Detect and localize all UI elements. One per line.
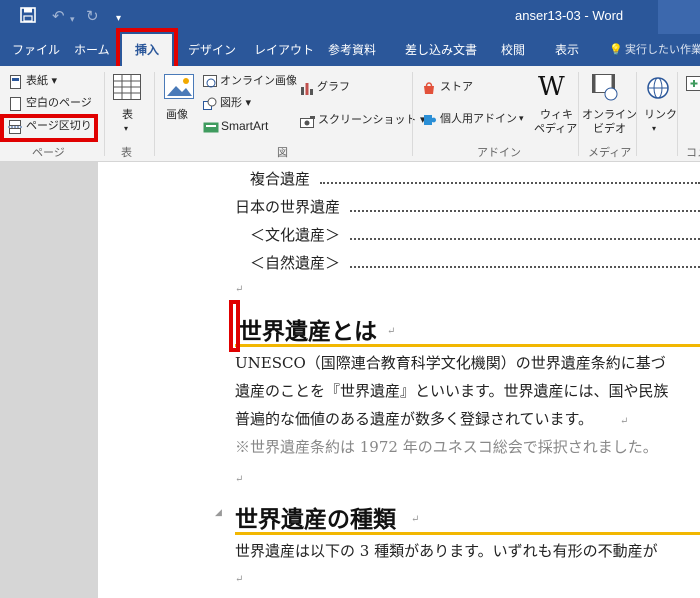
- body-line[interactable]: 普遍的な価値のある遺産が数多く登録されています。: [235, 408, 593, 429]
- online-picture-icon: [203, 74, 217, 93]
- wikipedia-icon: W: [538, 72, 565, 102]
- paragraph-mark: ↵: [235, 574, 244, 585]
- tell-me-box[interactable]: 実行したい作業: [625, 34, 700, 66]
- document-page[interactable]: 複合遺産 日本の世界遺産 ＜文化遺産＞ ＜自然遺産＞ ↵ 世界遺産とは ↵ UN…: [98, 162, 700, 598]
- body-line[interactable]: 世界遺産は以下の 3 種類があります。いずれも有形の不動産が: [235, 540, 658, 561]
- online-video-button[interactable]: オンライン: [582, 108, 637, 122]
- highlight-insert-tab: [116, 28, 178, 70]
- addins-group-label: アドイン: [477, 146, 521, 159]
- link-dropdown-icon[interactable]: ▾: [652, 122, 656, 136]
- smartart-icon: [203, 119, 219, 138]
- save-icon[interactable]: [20, 7, 36, 27]
- tab-design[interactable]: デザイン: [188, 34, 236, 66]
- blank-page-button[interactable]: 空白のページ: [26, 96, 92, 110]
- paragraph-mark: ↵: [387, 326, 396, 337]
- highlight-page-break: [0, 114, 98, 142]
- blank-page-icon: [10, 96, 22, 115]
- my-addins-dropdown-icon[interactable]: ▾: [519, 112, 524, 126]
- note-line[interactable]: ※世界遺産条約は 1972 年のユネスコ総会で採択されました。: [235, 436, 658, 457]
- customize-qat-icon[interactable]: ▾: [116, 10, 121, 28]
- table-icon: [113, 74, 141, 104]
- toc-entry[interactable]: ＜文化遺産＞: [250, 224, 340, 245]
- group-divider: [677, 72, 678, 156]
- undo-icon[interactable]: ↶: [52, 7, 65, 25]
- heading-underline: [235, 344, 700, 347]
- cover-page-button[interactable]: 表紙 ▾: [26, 74, 57, 88]
- online-video-icon: [592, 74, 620, 106]
- toc-leader: [350, 238, 700, 240]
- new-comment-icon[interactable]: [686, 76, 700, 104]
- page-group-label: ページ: [32, 146, 65, 159]
- toc-leader: [350, 266, 700, 268]
- ribbon: 表紙 ▾ 空白のページ ページ区切り ページ 表 ▾ 表 画像 オンライン画像 …: [0, 66, 700, 162]
- redo-icon[interactable]: ↻: [86, 7, 99, 25]
- table-dropdown-icon[interactable]: ▾: [124, 122, 128, 136]
- online-video-button-line2[interactable]: ビデオ: [593, 122, 626, 136]
- shapes-button[interactable]: 図形 ▾: [220, 96, 251, 110]
- body-line[interactable]: UNESCO（国際連合教育科学文化機関）の世界遺産条約に基づ: [235, 352, 666, 373]
- table-group-label: 表: [121, 146, 132, 159]
- heading-sekai-isan-towa[interactable]: 世界遺産とは: [239, 312, 377, 346]
- table-button[interactable]: 表: [122, 108, 133, 122]
- toc-leader: [320, 182, 700, 184]
- toc-entry[interactable]: 複合遺産: [250, 168, 310, 189]
- my-addins-icon: [422, 112, 438, 131]
- group-divider: [412, 72, 413, 156]
- tab-layout[interactable]: レイアウト: [254, 34, 314, 66]
- online-picture-button[interactable]: オンライン画像: [220, 74, 297, 88]
- link-button[interactable]: リンク: [644, 108, 677, 122]
- group-divider: [154, 72, 155, 156]
- link-icon: [646, 76, 670, 104]
- store-button[interactable]: ストア: [440, 80, 473, 94]
- comments-group-label: コメ: [686, 146, 700, 159]
- body-line[interactable]: 遺産のことを『世界遺産』といいます。世界遺産には、国や民族: [235, 380, 669, 401]
- paragraph-mark: ↵: [620, 416, 629, 427]
- tab-mailings[interactable]: 差し込み文書: [405, 34, 477, 66]
- group-divider: [104, 72, 105, 156]
- chart-icon: [300, 80, 314, 99]
- tell-me-icon[interactable]: 💡: [609, 34, 623, 66]
- group-divider: [578, 72, 579, 156]
- toc-entry[interactable]: ＜自然遺産＞: [250, 252, 340, 273]
- picture-button[interactable]: 画像: [166, 108, 188, 122]
- heading-underline: [235, 532, 700, 535]
- title-bar: ↶ ▾ ↻ ▾ anser13-03 - Word: [0, 0, 700, 34]
- store-icon: [422, 80, 436, 99]
- screenshot-icon: [300, 114, 316, 133]
- toc-leader: [350, 210, 700, 212]
- screenshot-button[interactable]: スクリーンショット ▾: [318, 113, 425, 127]
- highlight-cursor-position: [229, 300, 240, 352]
- window-title: anser13-03 - Word: [515, 8, 624, 23]
- my-addins-button[interactable]: 個人用アドイン: [440, 112, 517, 126]
- media-group-label: メディア: [588, 146, 632, 159]
- tab-home[interactable]: ホーム: [74, 34, 110, 66]
- wikipedia-button[interactable]: ウィキ: [540, 108, 573, 122]
- picture-icon: [164, 74, 194, 106]
- illustrations-group-label: 図: [277, 146, 288, 159]
- cover-page-icon: [10, 74, 22, 93]
- heading-sekai-isan-no-shurui[interactable]: 世界遺産の種類: [235, 500, 396, 534]
- paragraph-mark: ↵: [411, 514, 420, 525]
- smartart-button[interactable]: SmartArt: [221, 119, 268, 133]
- tab-references[interactable]: 参考資料: [328, 34, 376, 66]
- tab-view[interactable]: 表示: [555, 34, 579, 66]
- tab-review[interactable]: 校閲: [501, 34, 525, 66]
- shapes-icon: [203, 96, 217, 115]
- paragraph-mark: ↵: [235, 474, 244, 485]
- collapse-heading-icon[interactable]: ◢: [215, 508, 222, 518]
- paragraph-mark: ↵: [235, 284, 244, 295]
- ribbon-tab-row: ファイル ホーム 挿入 デザイン レイアウト 参考資料 差し込み文書 校閲 表示…: [0, 34, 700, 66]
- chart-button[interactable]: グラフ: [317, 80, 350, 94]
- tab-file[interactable]: ファイル: [12, 34, 60, 66]
- toc-entry[interactable]: 日本の世界遺産: [235, 196, 340, 217]
- window-control-button[interactable]: [658, 0, 700, 34]
- undo-dropdown-icon[interactable]: ▾: [70, 11, 75, 29]
- wikipedia-button-line2[interactable]: ペディア: [534, 122, 577, 136]
- group-divider: [636, 72, 637, 156]
